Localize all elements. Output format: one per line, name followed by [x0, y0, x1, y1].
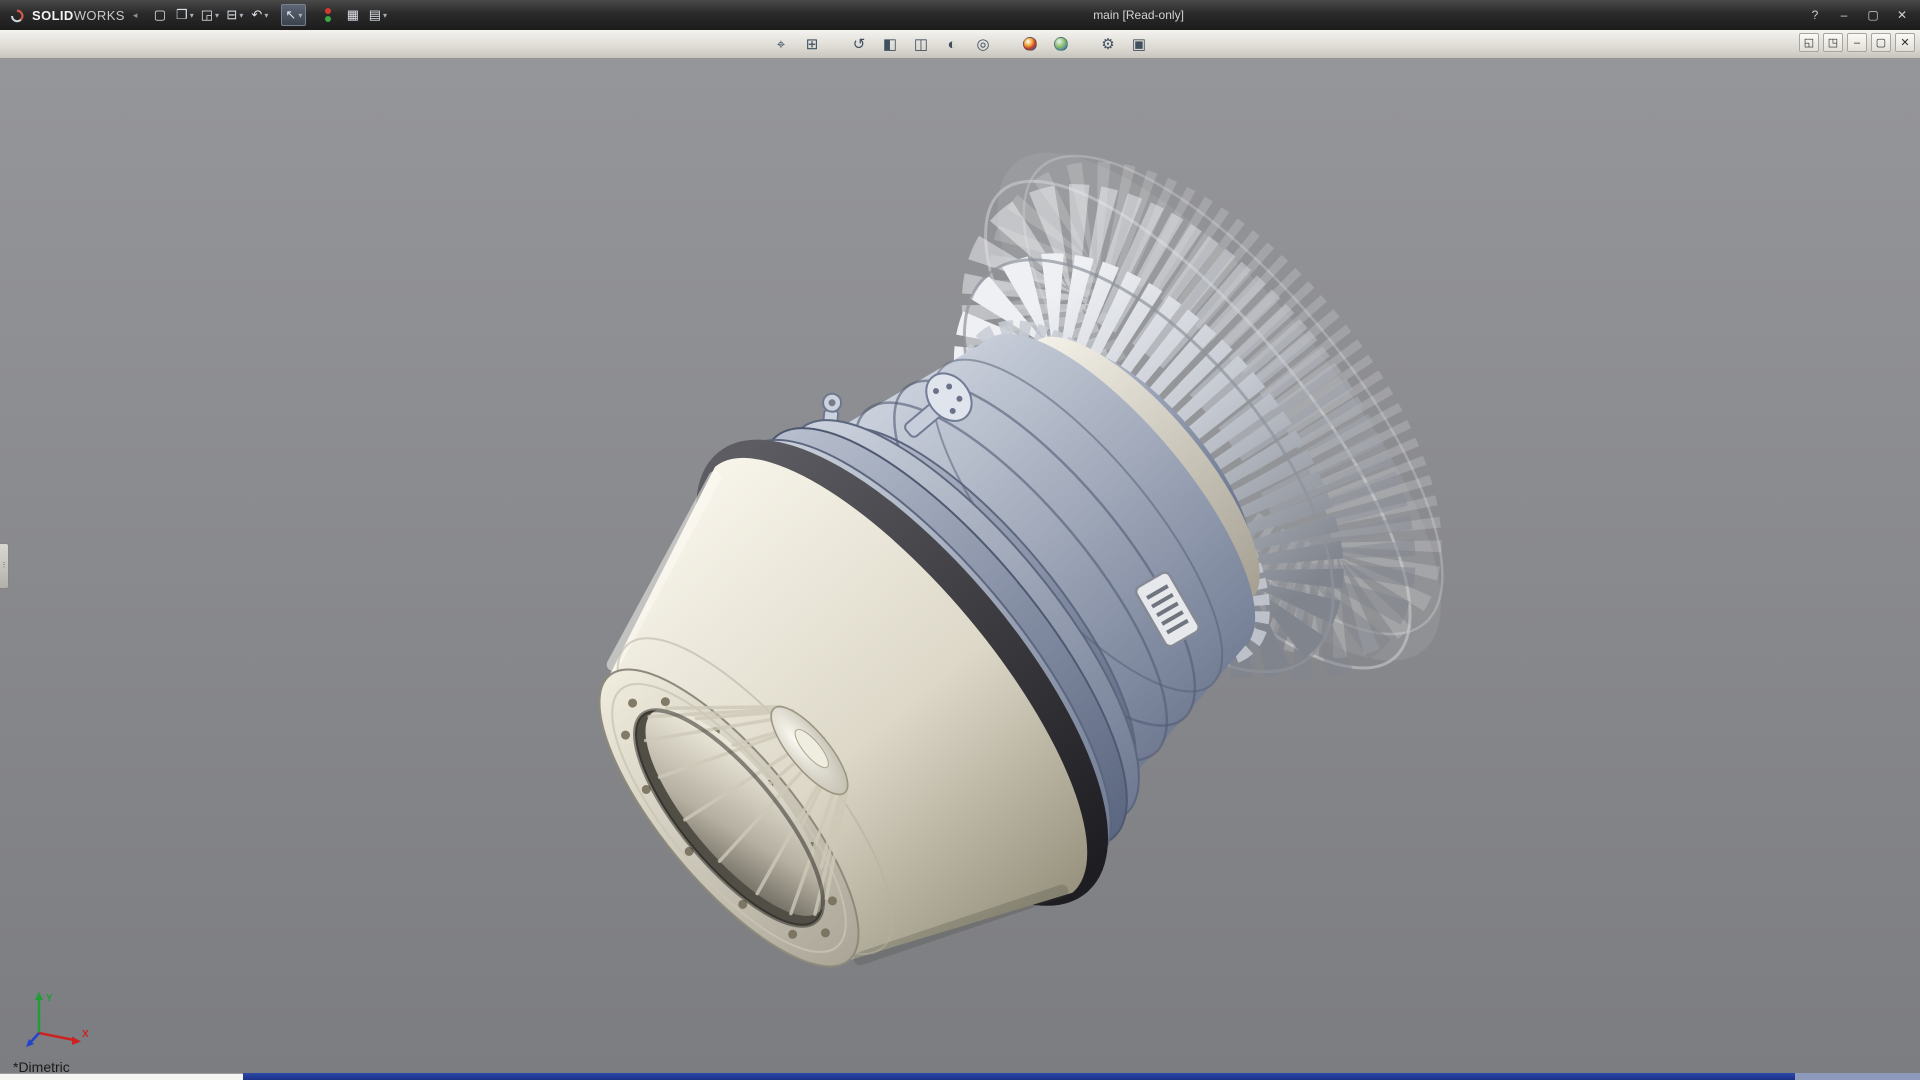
- heads-up-toolbar: ⌖ ⊞ ↺ ◧ ◫ ◐ ◎ ⚙ ▣ ◱ ◳ – ▢ ✕: [0, 30, 1920, 59]
- select-button[interactable]: ↖▾: [281, 4, 306, 26]
- doc-next-window-button[interactable]: ◳: [1823, 33, 1843, 52]
- taskbar-sliver-right: [1795, 1073, 1920, 1080]
- section-view-icon[interactable]: ◧: [879, 33, 902, 56]
- save-dropdown-caret: ▾: [215, 11, 219, 20]
- doc-minimize-button[interactable]: –: [1847, 33, 1867, 52]
- window-controls: ? – ▢ ✕: [1805, 5, 1912, 25]
- rebuild-icon: ▦: [347, 7, 359, 23]
- title-bar: SOLIDWORKS ◂ ▢ ❒▾ ◲▾ ⊟▾ ↶▾ ↖▾ ▦ ▤▾ main …: [0, 0, 1920, 30]
- save-icon: ◲: [201, 7, 213, 23]
- print-icon: ⊟: [226, 7, 237, 23]
- print-dropdown-caret: ▾: [239, 11, 243, 20]
- view-orientation-icon[interactable]: ◫: [910, 33, 933, 56]
- document-title: main [Read-only]: [1093, 8, 1184, 22]
- print-button[interactable]: ⊟▾: [222, 4, 247, 26]
- file-properties-button[interactable]: ▤▾: [365, 4, 390, 26]
- close-button[interactable]: ✕: [1892, 5, 1912, 25]
- graphics-viewport[interactable]: ⋮ Y X *Dimetric: [0, 59, 1920, 1073]
- taskbar-sliver: [0, 1073, 1920, 1080]
- select-dropdown-caret: ▾: [298, 11, 302, 20]
- help-button[interactable]: ?: [1805, 5, 1825, 25]
- doc-close-button[interactable]: ✕: [1895, 33, 1915, 52]
- triad-x-label: X: [82, 1029, 89, 1040]
- camera-view-icon[interactable]: ▣: [1128, 33, 1151, 56]
- apply-scene-icon[interactable]: [1050, 33, 1073, 56]
- hide-show-items-icon[interactable]: ◎: [972, 33, 995, 56]
- toolbar-collapse-arrow[interactable]: ◂: [133, 10, 138, 21]
- undo-button[interactable]: ↶▾: [247, 4, 272, 26]
- open-icon: ❒: [176, 7, 188, 23]
- rebuild-button[interactable]: ▦: [340, 4, 365, 26]
- triad-y-label: Y: [46, 993, 53, 1004]
- doc-restore-button[interactable]: ▢: [1871, 33, 1891, 52]
- new-document-button[interactable]: ▢: [147, 4, 172, 26]
- feature-panel-flyout-handle[interactable]: ⋮: [0, 543, 9, 589]
- stoplight-icon: [322, 8, 334, 22]
- save-button[interactable]: ◲▾: [197, 4, 222, 26]
- file-properties-icon: ▤: [369, 7, 381, 23]
- jet-engine-model[interactable]: [0, 59, 1920, 1073]
- maximize-button[interactable]: ▢: [1863, 5, 1883, 25]
- dassault-logo-icon: [8, 6, 26, 24]
- xpress-products-button[interactable]: [315, 4, 340, 26]
- taskbar-sliver-middle: [243, 1073, 1795, 1080]
- document-window-controls: ◱ ◳ – ▢ ✕: [1799, 33, 1915, 52]
- open-button[interactable]: ❒▾: [172, 4, 197, 26]
- new-document-icon: ▢: [154, 7, 166, 23]
- select-arrow-icon: ↖: [285, 7, 296, 23]
- zoom-to-area-icon[interactable]: ⊞: [801, 33, 824, 56]
- taskbar-sliver-left: [0, 1073, 243, 1080]
- minimize-button[interactable]: –: [1834, 5, 1854, 25]
- app-name: SOLIDWORKS: [32, 8, 125, 23]
- edit-appearance-icon[interactable]: [1019, 33, 1042, 56]
- file-properties-caret: ▾: [383, 11, 387, 20]
- coordinate-triad: Y X: [22, 987, 92, 1051]
- zoom-to-fit-icon[interactable]: ⌖: [770, 33, 793, 56]
- undo-icon: ↶: [251, 7, 262, 23]
- doc-previous-window-button[interactable]: ◱: [1799, 33, 1819, 52]
- open-dropdown-caret: ▾: [190, 11, 194, 20]
- view-orientation-label: *Dimetric: [13, 1059, 70, 1073]
- undo-dropdown-caret: ▾: [264, 11, 268, 20]
- flyout-grip-dots: ⋮: [1, 564, 8, 568]
- display-style-icon[interactable]: ◐: [941, 33, 964, 56]
- solidworks-menu[interactable]: SOLIDWORKS: [8, 6, 125, 24]
- view-settings-icon[interactable]: ⚙: [1097, 33, 1120, 56]
- solidworks-window: SOLIDWORKS ◂ ▢ ❒▾ ◲▾ ⊟▾ ↶▾ ↖▾ ▦ ▤▾ main …: [0, 0, 1920, 1080]
- previous-view-icon[interactable]: ↺: [848, 33, 871, 56]
